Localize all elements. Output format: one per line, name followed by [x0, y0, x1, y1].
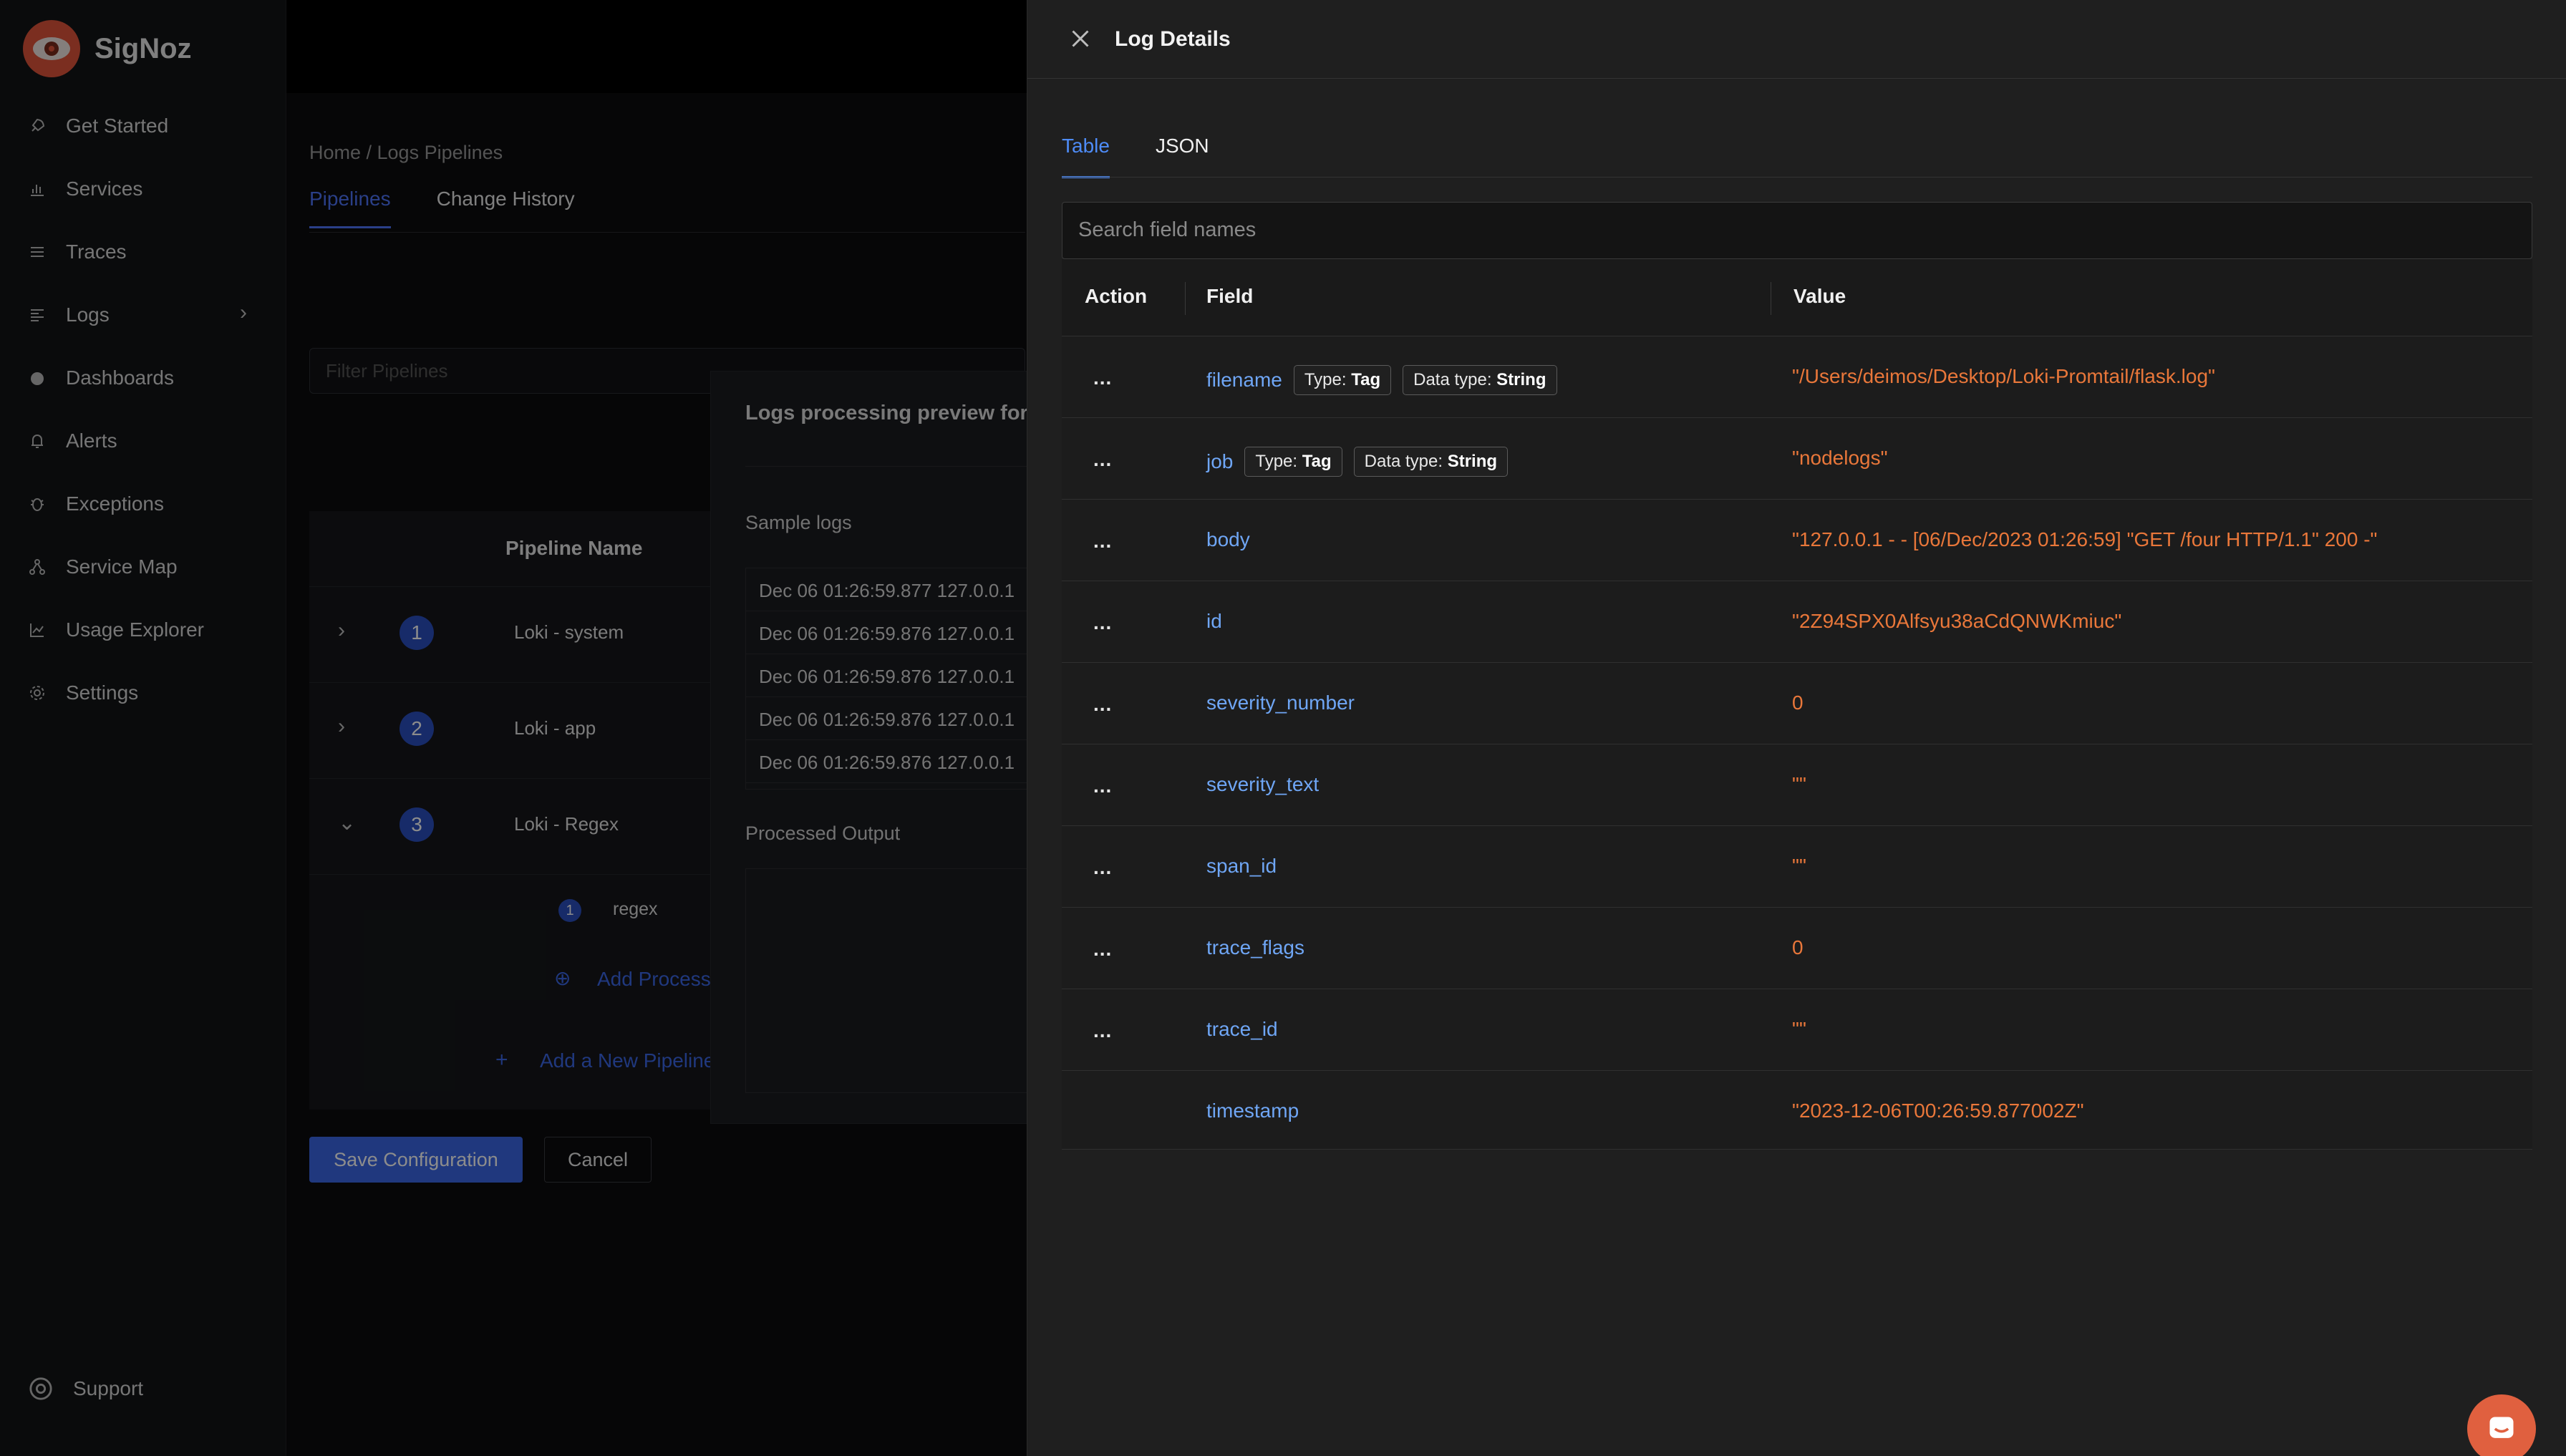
row-actions-button[interactable]: ...: [1093, 856, 1112, 879]
field-name[interactable]: id: [1206, 610, 1222, 633]
chat-launcher-button[interactable]: [2467, 1394, 2536, 1456]
field-value: "": [1792, 1018, 1806, 1040]
field-cell: job Type: Tag Data type: String: [1206, 447, 1509, 477]
row-actions-button[interactable]: ...: [1093, 693, 1112, 716]
field-value: "nodelogs": [1792, 447, 1888, 469]
column-action: Action: [1085, 285, 1148, 307]
row-actions-button[interactable]: ...: [1093, 448, 1112, 471]
tabs-divider: [1062, 177, 2532, 178]
field-value: "": [1792, 773, 1806, 795]
row-actions-button[interactable]: ...: [1093, 530, 1112, 553]
table-row[interactable]: ... trace_id "": [1062, 989, 2532, 1071]
field-value: "": [1792, 855, 1806, 877]
column-value: Value: [1793, 285, 1846, 307]
field-value: "2023-12-06T00:26:59.877002Z": [1792, 1100, 2084, 1122]
table-row[interactable]: ... id "2Z94SPX0Alfsyu38aCdQNWKmiuc": [1062, 581, 2532, 663]
column-separator: [1185, 282, 1186, 315]
field-cell: severity_number: [1206, 691, 1355, 714]
table-row[interactable]: ... body "127.0.0.1 - - [06/Dec/2023 01:…: [1062, 500, 2532, 581]
field-name[interactable]: trace_id: [1206, 1018, 1278, 1041]
field-cell: filename Type: Tag Data type: String: [1206, 365, 1557, 395]
type-tag: Type: Tag: [1244, 447, 1342, 477]
field-value: "127.0.0.1 - - [06/Dec/2023 01:26:59] "G…: [1792, 528, 2378, 550]
row-actions-button[interactable]: ...: [1093, 775, 1112, 797]
overlay-mask[interactable]: [0, 0, 1027, 1456]
field-cell: id: [1206, 610, 1222, 633]
field-name[interactable]: timestamp: [1206, 1100, 1299, 1122]
table-header: Action Field Value: [1062, 259, 2532, 336]
field-name[interactable]: filename: [1206, 369, 1282, 392]
field-cell: severity_text: [1206, 773, 1319, 796]
table-row[interactable]: ... span_id "": [1062, 826, 2532, 908]
drawer-header: Log Details: [1027, 0, 2566, 79]
tab-table[interactable]: Table: [1062, 135, 1110, 178]
close-icon[interactable]: [1067, 26, 1093, 52]
table-row[interactable]: timestamp "2023-12-06T00:26:59.877002Z": [1062, 1071, 2532, 1150]
row-actions-button[interactable]: ...: [1093, 1019, 1112, 1042]
field-value: 0: [1792, 691, 1804, 714]
column-field: Field: [1206, 285, 1254, 307]
field-name[interactable]: severity_text: [1206, 773, 1319, 796]
field-name[interactable]: trace_flags: [1206, 936, 1304, 959]
field-value: "/Users/deimos/Desktop/Loki-Promtail/fla…: [1792, 365, 2215, 387]
field-value: "2Z94SPX0Alfsyu38aCdQNWKmiuc": [1792, 610, 2122, 632]
field-name[interactable]: severity_number: [1206, 691, 1355, 714]
row-actions-button[interactable]: ...: [1093, 938, 1112, 961]
tab-json[interactable]: JSON: [1156, 135, 1209, 178]
log-details-drawer: Log Details Table JSON Search field name…: [1027, 0, 2566, 1456]
field-cell: trace_id: [1206, 1018, 1278, 1041]
row-actions-button[interactable]: ...: [1093, 367, 1112, 389]
data-type-tag: Data type: String: [1353, 447, 1509, 477]
field-value: 0: [1792, 936, 1804, 958]
table-row[interactable]: ... severity_number 0: [1062, 663, 2532, 744]
table-row[interactable]: ... filename Type: Tag Data type: String…: [1062, 336, 2532, 418]
search-field-names-input[interactable]: Search field names: [1062, 202, 2532, 259]
log-details-tabs: Table JSON: [1062, 135, 1209, 178]
type-tag: Type: Tag: [1293, 365, 1392, 395]
field-cell: timestamp: [1206, 1100, 1299, 1122]
chat-icon: [2489, 1417, 2514, 1438]
field-name[interactable]: span_id: [1206, 855, 1277, 878]
row-actions-button[interactable]: ...: [1093, 611, 1112, 634]
field-cell: body: [1206, 528, 1250, 551]
data-type-tag: Data type: String: [1403, 365, 1557, 395]
field-name[interactable]: job: [1206, 450, 1233, 473]
field-cell: span_id: [1206, 855, 1277, 878]
table-row[interactable]: ... severity_text "": [1062, 744, 2532, 826]
field-name[interactable]: body: [1206, 528, 1250, 551]
table-row[interactable]: ... job Type: Tag Data type: String "nod…: [1062, 418, 2532, 500]
table-row[interactable]: ... trace_flags 0: [1062, 908, 2532, 989]
drawer-title: Log Details: [1115, 27, 1231, 51]
field-cell: trace_flags: [1206, 936, 1304, 959]
